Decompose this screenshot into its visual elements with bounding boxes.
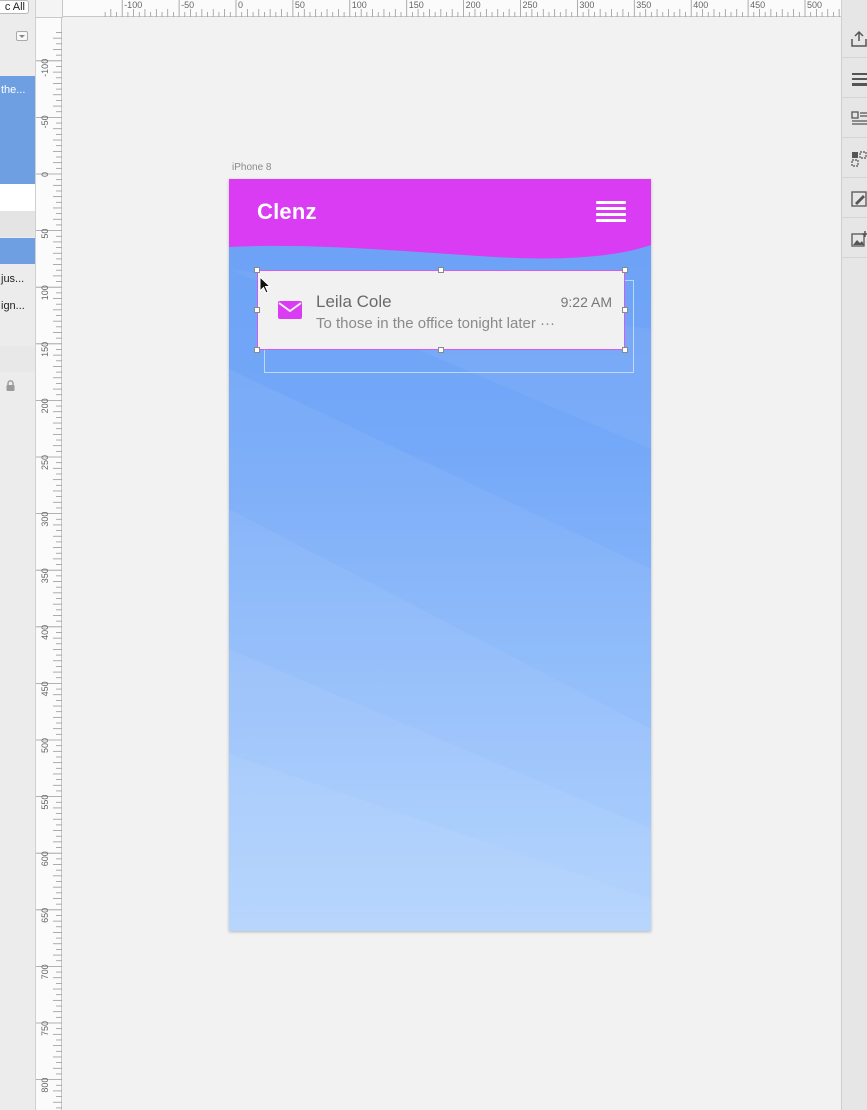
ruler-label: -100 — [40, 59, 50, 77]
layer-item[interactable] — [0, 211, 35, 237]
layer-item[interactable]: ign... — [0, 293, 35, 319]
ruler-label: 400 — [693, 0, 708, 10]
ruler-label: -50 — [181, 0, 194, 10]
ruler-label: 300 — [579, 0, 594, 10]
layer-item-label: the... — [1, 84, 26, 96]
ruler-label: 150 — [409, 0, 424, 10]
ruler-label: 450 — [750, 0, 765, 10]
ruler-label: 700 — [40, 964, 50, 979]
selection-handle-bottom-right[interactable] — [622, 347, 628, 353]
image-icon — [851, 231, 867, 247]
cursor-icon — [259, 276, 271, 294]
image-button[interactable] — [842, 218, 867, 258]
ruler-label: 100 — [352, 0, 367, 10]
layers-icon — [852, 73, 867, 86]
layer-item-label: jus... — [1, 273, 25, 285]
ruler-label: 200 — [40, 398, 50, 413]
layer-item[interactable] — [0, 184, 35, 211]
notification-card[interactable]: Leila Cole 9:22 AM To those in the offic… — [257, 270, 625, 350]
ruler-label: 250 — [523, 0, 538, 10]
ruler-label: 550 — [40, 795, 50, 810]
selection-handle-top-left[interactable] — [254, 267, 260, 273]
selection-handle-bottom-left[interactable] — [254, 347, 260, 353]
artboard-name-label[interactable]: iPhone 8 — [232, 162, 271, 173]
ruler-label: 750 — [40, 1021, 50, 1036]
dropdown-icon[interactable] — [16, 31, 28, 41]
notification-sender: Leila Cole — [316, 292, 392, 311]
right-toolbar — [841, 0, 867, 1110]
lock-icon[interactable] — [6, 380, 15, 391]
list-icon — [851, 111, 867, 125]
hamburger-menu-icon[interactable] — [596, 201, 626, 223]
ruler-label: 150 — [40, 342, 50, 357]
edit-button[interactable] — [842, 178, 867, 218]
ruler-corner — [36, 0, 63, 18]
mail-icon — [278, 301, 302, 319]
ruler-label: 800 — [40, 1078, 50, 1093]
layers-panel: c All the... jus... ign... — [0, 0, 36, 1110]
ruler-vertical[interactable]: -100 -50 0 50 100 150 200 250 300 350 400 450 500 550… — [36, 18, 62, 1110]
ruler-label: 500 — [807, 0, 822, 10]
app-title: Clenz — [257, 199, 317, 224]
ruler-label: 500 — [40, 738, 50, 753]
edit-icon — [851, 191, 867, 207]
selection-handle-top-right[interactable] — [622, 267, 628, 273]
layer-item-label: ign... — [1, 300, 25, 312]
sync-all-button[interactable]: c All — [0, 0, 29, 14]
components-button[interactable] — [842, 138, 867, 178]
layers-button[interactable] — [842, 58, 867, 98]
layer-item-selected[interactable] — [0, 238, 35, 264]
list-button[interactable] — [842, 98, 867, 138]
ruler-label: 0 — [40, 172, 50, 177]
ruler-label: 650 — [40, 908, 50, 923]
export-button[interactable] — [842, 18, 867, 58]
ruler-label: -50 — [40, 115, 50, 128]
ruler-label: 350 — [636, 0, 651, 10]
ruler-label: 100 — [40, 285, 50, 300]
ruler-label: 400 — [40, 625, 50, 640]
export-icon — [851, 30, 867, 47]
layer-item-selected-group[interactable]: the... — [0, 76, 35, 184]
selection-handle-bottom[interactable] — [438, 347, 444, 353]
ruler-label: 600 — [40, 851, 50, 866]
ruler-horizontal[interactable]: -100 -50 0 50 100 150 200 250 300 350 400 450 500 — [63, 0, 841, 17]
selection-handle-left[interactable] — [254, 307, 260, 313]
ruler-label: 450 — [40, 681, 50, 696]
ruler-label: 300 — [40, 512, 50, 527]
ruler-label: 350 — [40, 568, 50, 583]
ruler-label: -100 — [124, 0, 142, 10]
notification-time: 9:22 AM — [560, 294, 612, 310]
ruler-label: 50 — [40, 229, 50, 239]
components-icon — [851, 151, 867, 167]
layer-item[interactable]: jus... — [0, 266, 35, 292]
ruler-label: 0 — [238, 0, 243, 10]
ruler-label: 50 — [295, 0, 305, 10]
notification-preview: To those in the office tonight later ··· — [316, 315, 556, 332]
ruler-label: 250 — [40, 455, 50, 470]
selection-handle-top[interactable] — [438, 267, 444, 273]
app-header: Clenz — [229, 179, 651, 269]
ruler-label: 200 — [466, 0, 481, 10]
layer-item[interactable] — [0, 346, 35, 372]
selection-handle-right[interactable] — [622, 307, 628, 313]
